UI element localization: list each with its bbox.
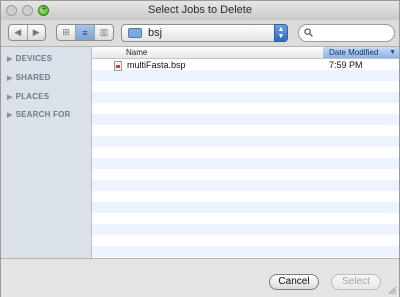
icon-view-button[interactable]: ⊞ <box>57 25 76 40</box>
resize-grip-icon[interactable] <box>387 285 397 295</box>
sidebar-section-shared[interactable]: ▶ SHARED <box>7 73 51 82</box>
column-header-date-label: Date Modified <box>329 48 379 57</box>
sidebar-section-search-for[interactable]: ▶ SEARCH FOR <box>7 110 70 119</box>
sidebar-section-places[interactable]: ▶ PLACES <box>7 92 49 101</box>
disclosure-triangle-icon[interactable]: ▶ <box>7 56 13 63</box>
search-field[interactable] <box>298 24 395 42</box>
file-list[interactable]: Name Date Modified ▼ multiFasta.bsp 7:59… <box>92 47 399 258</box>
sort-descending-icon: ▼ <box>389 49 396 56</box>
sidebar-section-label: SEARCH FOR <box>15 110 71 119</box>
sidebar-section-label: DEVICES <box>15 54 53 63</box>
file-list-background <box>92 59 399 258</box>
location-label: bsj <box>148 27 163 39</box>
sidebar-section-label: SHARED <box>15 73 51 82</box>
window-title: Select Jobs to Delete <box>148 4 252 16</box>
select-button[interactable]: Select <box>331 274 381 290</box>
disclosure-triangle-icon[interactable]: ▶ <box>7 94 13 101</box>
search-icon <box>304 28 313 37</box>
button-bar: Cancel Select <box>1 258 399 297</box>
column-header-date-modified[interactable]: Date Modified ▼ <box>323 47 399 58</box>
folder-icon <box>128 28 142 38</box>
disclosure-triangle-icon[interactable]: ▶ <box>7 75 13 82</box>
list-view-button[interactable]: ≡ <box>76 25 95 40</box>
forward-arrow-icon: ▶ <box>32 27 40 37</box>
location-popup[interactable]: bsj ▲ ▼ <box>121 24 288 42</box>
back-button[interactable]: ◀ <box>9 25 28 40</box>
file-row[interactable]: multiFasta.bsp 7:59 PM <box>92 60 399 71</box>
title-bar[interactable]: + Select Jobs to Delete <box>1 1 399 21</box>
view-mode-control: ⊞ ≡ ▥ <box>56 24 114 41</box>
cancel-button[interactable]: Cancel <box>269 274 319 290</box>
file-date-modified: 7:59 PM <box>329 60 363 70</box>
icon-view-icon: ⊞ <box>62 27 70 37</box>
sidebar: ▶ DEVICES ▶ SHARED ▶ PLACES ▶ SEARCH FOR <box>1 47 92 258</box>
column-header-name[interactable]: Name <box>126 48 147 57</box>
back-arrow-icon: ◀ <box>14 27 22 37</box>
column-view-icon: ▥ <box>99 27 109 37</box>
list-view-icon: ≡ <box>82 27 88 38</box>
document-icon <box>114 61 122 71</box>
disclosure-triangle-icon[interactable]: ▶ <box>7 112 13 119</box>
list-header: Name Date Modified ▼ <box>92 47 399 59</box>
back-forward-control: ◀ ▶ <box>8 24 46 41</box>
file-name: multiFasta.bsp <box>127 60 186 70</box>
column-view-button[interactable]: ▥ <box>95 25 113 40</box>
popup-arrows-icon: ▲ ▼ <box>274 24 288 42</box>
sidebar-section-devices[interactable]: ▶ DEVICES <box>7 54 52 63</box>
file-dialog-window: + Select Jobs to Delete ◀ ▶ ⊞ ≡ ▥ bsj ▲ ▼… <box>0 0 400 297</box>
sidebar-section-label: PLACES <box>15 92 50 101</box>
forward-button[interactable]: ▶ <box>28 25 46 40</box>
